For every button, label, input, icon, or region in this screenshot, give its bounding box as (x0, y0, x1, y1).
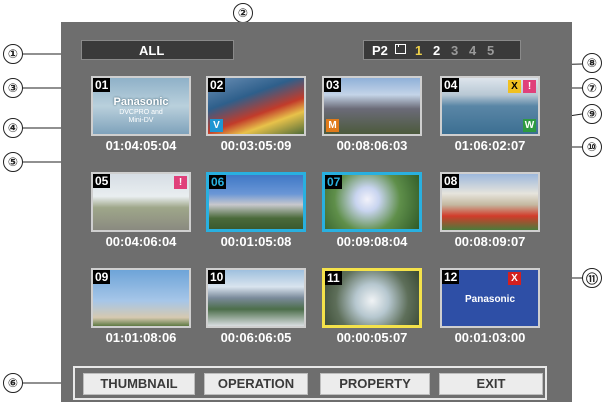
clip-thumbnail-cursor[interactable]: 11 00:00:05:07 (322, 268, 422, 346)
clip-thumbnail-selected[interactable]: 07 00:09:08:04 (322, 172, 422, 250)
badge-m-icon: M (326, 119, 339, 132)
menu-button-bar: THUMBNAIL OPERATION PROPERTY EXIT (73, 366, 547, 400)
clip-number: 09 (93, 270, 111, 284)
clip-number: 06 (209, 175, 227, 189)
callout-5: ⑤ (3, 152, 23, 172)
clip-timecode: 00:08:06:03 (336, 138, 408, 153)
clip-timecode: 00:06:06:05 (220, 330, 292, 345)
clip-number: 08 (442, 174, 460, 188)
clip-thumbnail[interactable]: 05 ! 00:04:06:04 (91, 172, 191, 250)
card-label: P2 (372, 43, 388, 58)
clip-thumbnail[interactable]: 09 01:01:08:06 (91, 268, 191, 346)
clip-number: 12 (442, 270, 460, 284)
clip-timecode: 01:06:02:07 (454, 138, 526, 153)
callout-9: ⑨ (582, 104, 602, 124)
thumbnail-image: 07 (322, 172, 422, 232)
clip-thumbnail[interactable]: 03 M 00:08:06:03 (322, 76, 422, 154)
slot-1[interactable]: 1 (415, 43, 433, 58)
callout-4: ④ (3, 118, 23, 138)
thumbnail-image: 09 (91, 268, 191, 328)
memory-card-icon (395, 44, 406, 54)
operation-button[interactable]: OPERATION (204, 373, 308, 395)
thumbnail-image: 08 (440, 172, 540, 232)
clip-timecode: 01:01:08:06 (105, 330, 177, 345)
clip-thumbnail[interactable]: 12 Panasonic X 00:01:03:00 (440, 268, 540, 346)
badge-defect-icon: X (508, 272, 521, 285)
clip-number: 01 (93, 78, 111, 92)
callout-3: ③ (3, 78, 23, 98)
clip-timecode: 00:03:05:09 (220, 138, 292, 153)
callout-8: ⑧ (582, 53, 602, 73)
thumbnail-image: 05 ! (91, 172, 191, 232)
thumbnail-screen: ALL P2 12345 Panasonic DVCPRO and Mini-DV… (61, 22, 572, 402)
clip-number: 11 (325, 271, 342, 285)
clip-timecode: 01:04:05:04 (105, 138, 177, 153)
slot-indicators: 12345 (415, 43, 505, 58)
clip-timecode: 00:09:08:04 (336, 234, 408, 249)
clip-timecode: 00:08:09:07 (454, 234, 526, 249)
clip-timecode: 00:00:05:07 (336, 330, 408, 345)
clip-number: 05 (93, 174, 111, 188)
callout-1: ① (3, 44, 23, 64)
slot-5[interactable]: 5 (487, 43, 505, 58)
badge-warning-icon: ! (523, 80, 536, 93)
thumbnail-image: 06 (206, 172, 306, 232)
thumbnail-image: 03 M (322, 76, 422, 136)
clip-thumbnail-selected[interactable]: 06 00:01:05:08 (206, 172, 306, 250)
slot-3[interactable]: 3 (451, 43, 469, 58)
slot-2-active[interactable]: 2 (433, 43, 451, 58)
slot-4[interactable]: 4 (469, 43, 487, 58)
clip-timecode: 00:01:03:00 (454, 330, 526, 345)
thumbnail-sub-text: DVCPRO and Mini-DV (119, 109, 163, 124)
clip-thumbnail[interactable]: Panasonic DVCPRO and Mini-DV 01 01:04:05:… (91, 76, 191, 154)
thumbnail-image: Panasonic DVCPRO and Mini-DV 01 (91, 76, 191, 136)
card-slot-bar: P2 12345 (363, 40, 521, 60)
thumbnail-image: 10 (206, 268, 306, 328)
badge-warning-icon: ! (174, 176, 187, 189)
thumbnail-logo-text: Panasonic (464, 294, 516, 305)
thumbnail-button[interactable]: THUMBNAIL (83, 373, 195, 395)
callout-10: ⑩ (582, 137, 602, 157)
thumbnail-logo-text: Panasonic (113, 96, 169, 108)
clip-thumbnail[interactable]: 04 X ! W 01:06:02:07 (440, 76, 540, 154)
clip-number: 03 (324, 78, 342, 92)
thumbnail-image: 02 V (206, 76, 306, 136)
thumbnail-image: 11 (322, 268, 422, 328)
badge-v-icon: V (210, 119, 223, 132)
exit-button[interactable]: EXIT (439, 373, 543, 395)
callout-7: ⑦ (582, 78, 602, 98)
clip-timecode: 00:04:06:04 (105, 234, 177, 249)
clip-number: 07 (325, 175, 343, 189)
badge-w-icon: W (523, 119, 536, 132)
property-button[interactable]: PROPERTY (320, 373, 430, 395)
clip-thumbnail[interactable]: 02 V 00:03:05:09 (206, 76, 306, 154)
clip-thumbnail[interactable]: 08 00:08:09:07 (440, 172, 540, 250)
thumbnail-image: 12 Panasonic X (440, 268, 540, 328)
filter-label: ALL (139, 43, 165, 58)
callout-11: ⑪ (582, 268, 602, 288)
clip-number: 10 (208, 270, 226, 284)
thumbnail-image: 04 X ! W (440, 76, 540, 136)
badge-x-icon: X (508, 80, 521, 93)
clip-timecode: 00:01:05:08 (220, 234, 292, 249)
callout-2: ② (233, 3, 253, 23)
filter-bar[interactable]: ALL (81, 40, 234, 60)
clip-number: 04 (442, 78, 460, 92)
clip-number: 02 (208, 78, 226, 92)
clip-thumbnail[interactable]: 10 00:06:06:05 (206, 268, 306, 346)
callout-6: ⑥ (3, 373, 23, 393)
